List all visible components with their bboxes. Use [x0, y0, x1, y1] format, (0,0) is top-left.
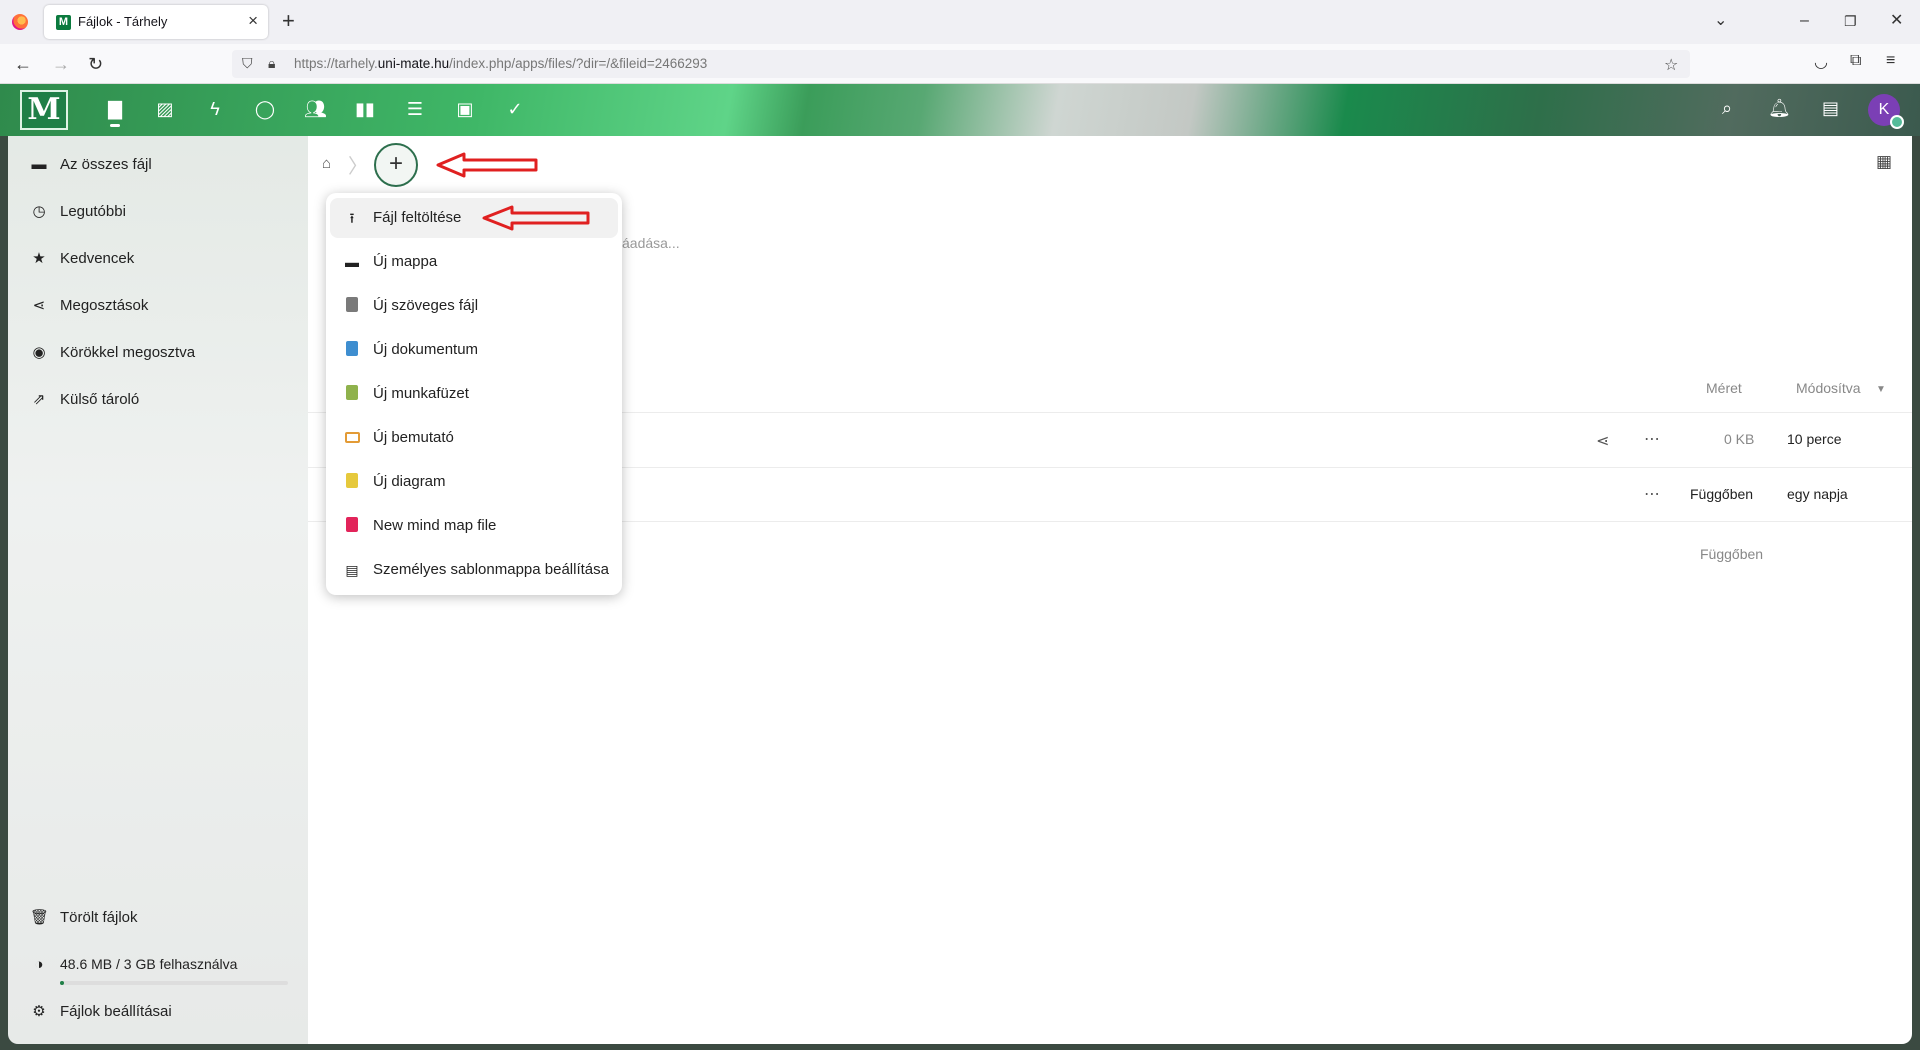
extensions-icon[interactable]: ⧉ [1850, 52, 1861, 70]
folder-icon: ▬ [31, 156, 47, 173]
star-icon: ★ [32, 250, 46, 267]
upload-icon: ⭱ [349, 210, 355, 226]
deck-icon[interactable]: ☰ [404, 98, 426, 120]
lock-icon[interactable]: 🔒︎ [268, 55, 275, 72]
annotation-arrow-new [436, 152, 538, 178]
menu-item-new-spreadsheet[interactable]: Új munkafüzet [330, 374, 618, 414]
diagram-icon [344, 473, 360, 491]
restore-icon[interactable]: ❐ [1844, 8, 1857, 34]
sidebar-item-external-storage[interactable]: ⇗ Külső tároló [20, 382, 290, 418]
notifications-icon[interactable]: 🔔︎ [1768, 98, 1791, 119]
circles-icon: ◉ [32, 344, 46, 361]
file-size: 0 KB [1724, 431, 1755, 447]
firefox-logo-icon[interactable] [12, 14, 28, 30]
sidebar-item-circles[interactable]: ◉ Körökkel megosztva [20, 335, 290, 371]
new-menu: ⭱ Fájl feltöltése ▬ Új mappa Új szöveges… [326, 193, 622, 595]
app-header: M ▇ ▨ ϟ ◯ 👥︎ ▮▮ ☰ ▣ ✓ ⌕ 🔔︎ ▤ K [0, 84, 1920, 136]
activity-icon[interactable]: ϟ [204, 98, 226, 120]
document-icon [344, 341, 360, 359]
navigation-bar: ← → ↻ ⛉ 🔒︎ https://tarhely.uni-mate.hu/i… [0, 44, 1920, 84]
contacts-icon[interactable]: 👥︎ [304, 98, 327, 120]
talk-icon[interactable]: ◯ [254, 98, 276, 120]
photos-icon[interactable]: ▨ [154, 98, 176, 120]
tab-favicon: M [56, 15, 71, 30]
trash-icon: 🗑︎ [30, 909, 50, 926]
pie-chart-icon: ◑ [34, 956, 44, 973]
new-button[interactable]: + [374, 143, 418, 187]
chevron-down-icon[interactable]: ⌄ [1714, 8, 1727, 34]
menu-item-new-presentation[interactable]: Új bemutató [330, 418, 618, 458]
grid-view-icon[interactable]: ▦ [1876, 152, 1892, 172]
annotation-arrow-upload [482, 205, 590, 231]
tab-title: Fájlok - Tárhely [78, 14, 168, 29]
status-indicator [1890, 115, 1904, 129]
file-modified: egy napja [1787, 486, 1848, 502]
folder-icon: ▬ [345, 254, 359, 270]
quota-progress-fill [60, 981, 64, 985]
more-actions-icon[interactable]: ⋯ [1644, 484, 1660, 504]
active-app-indicator [110, 124, 120, 127]
browser-tab-bar: M Fájlok - Tárhely × + ⌄ – ❐ ✕ [0, 0, 1920, 44]
presentation-icon [344, 429, 360, 447]
files-icon[interactable]: ▇ [104, 98, 126, 120]
column-size[interactable]: Méret [1706, 380, 1742, 396]
sidebar-item-shares[interactable]: ⋖ Megosztások [20, 288, 290, 324]
url-field[interactable]: ⛉ 🔒︎ https://tarhely.uni-mate.hu/index.p… [232, 50, 1690, 78]
summary-size: Függőben [1700, 546, 1764, 562]
quota-indicator[interactable]: ◑ 48.6 MB / 3 GB felhasználva [20, 947, 290, 983]
quota-progress-bar [60, 981, 288, 985]
menu-item-new-text-file[interactable]: Új szöveges fájl [330, 286, 618, 326]
menu-item-new-folder[interactable]: ▬ Új mappa [330, 242, 618, 282]
file-modified: 10 perce [1787, 431, 1842, 447]
pocket-icon[interactable]: ◡ [1814, 52, 1828, 72]
menu-item-template-folder[interactable]: ▤ Személyes sablonmappa beállítása [330, 550, 618, 590]
shield-icon[interactable]: ⛉ [242, 55, 253, 72]
logo[interactable]: M [20, 90, 68, 130]
menu-item-new-mindmap[interactable]: New mind map file [330, 506, 618, 546]
gear-icon: ⚙ [32, 1003, 46, 1020]
mindmap-icon [344, 517, 360, 535]
search-icon[interactable]: ⌕ [1722, 98, 1732, 119]
menu-item-new-diagram[interactable]: Új diagram [330, 462, 618, 502]
share-icon: ⋖ [32, 297, 46, 314]
reload-icon[interactable]: ↻ [88, 52, 103, 76]
bookmark-star-icon[interactable]: ☆ [1664, 55, 1678, 75]
browser-tab[interactable]: M Fájlok - Tárhely × [44, 5, 268, 39]
external-link-icon: ⇗ [32, 391, 46, 408]
close-window-icon[interactable]: ✕ [1890, 8, 1903, 34]
sidebar-item-all-files[interactable]: ▬ Az összes fájl [20, 147, 290, 183]
contacts-menu-icon[interactable]: ▤ [1822, 98, 1839, 119]
menu-item-new-document[interactable]: Új dokumentum [330, 330, 618, 370]
clock-icon: ◷ [32, 203, 46, 220]
breadcrumb-separator-icon: 〉 [348, 156, 368, 178]
analytics-icon[interactable]: ▮▮ [354, 98, 376, 120]
sidebar-item-recent[interactable]: ◷ Legutóbbi [20, 194, 290, 230]
partial-text: áadása... [622, 235, 680, 251]
user-icon[interactable]: ▣ [454, 98, 476, 120]
sidebar-item-favorites[interactable]: ★ Kedvencek [20, 241, 290, 277]
files-settings-button[interactable]: ⚙ Fájlok beállításai [20, 994, 290, 1030]
tasks-icon[interactable]: ✓ [504, 98, 526, 120]
url-text: https://tarhely.uni-mate.hu/index.php/ap… [294, 56, 708, 71]
home-icon[interactable]: ⌂ [322, 155, 331, 172]
sort-arrow-icon: ▼ [1876, 384, 1886, 395]
template-icon: ▤ [345, 562, 359, 578]
more-actions-icon[interactable]: ⋯ [1644, 429, 1660, 449]
close-tab-icon[interactable]: × [248, 11, 258, 31]
new-tab-icon[interactable]: + [282, 8, 295, 34]
file-size: Függőben [1690, 486, 1754, 502]
menu-icon[interactable]: ≡ [1886, 52, 1895, 70]
text-file-icon [344, 297, 360, 315]
sidebar-item-deleted-files[interactable]: 🗑︎ Törölt fájlok [20, 900, 290, 936]
share-icon[interactable]: ⋖ [1596, 431, 1609, 451]
spreadsheet-icon [344, 385, 360, 403]
forward-icon[interactable]: → [52, 52, 70, 76]
minimize-icon[interactable]: – [1800, 8, 1809, 34]
column-modified[interactable]: Módosítva [1796, 380, 1861, 396]
back-icon[interactable]: ← [14, 52, 32, 76]
